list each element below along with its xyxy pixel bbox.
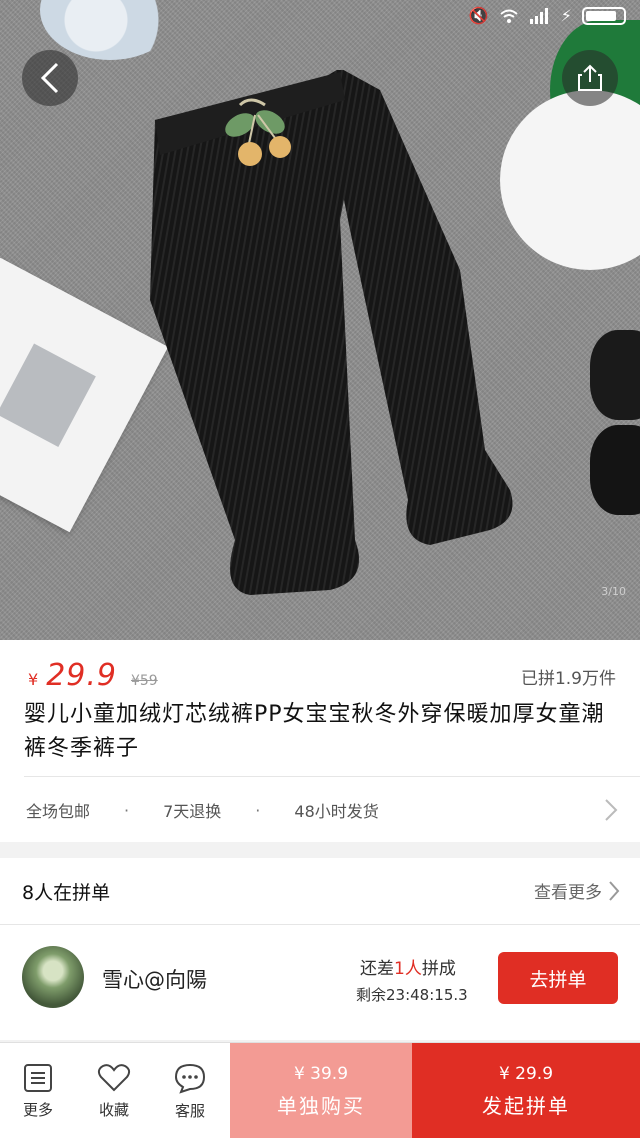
chevron-left-icon	[40, 62, 59, 94]
wifi-icon	[500, 9, 518, 23]
view-more-label: 查看更多	[534, 883, 602, 903]
divider	[24, 776, 640, 777]
back-button[interactable]	[22, 50, 78, 106]
group-buy-label: 发起拼单	[482, 1093, 570, 1118]
chevron-right-icon	[609, 880, 620, 901]
customer-service-button[interactable]: 客服	[152, 1043, 228, 1138]
original-price: ¥59	[130, 673, 158, 689]
group-section: 8人在拼单 查看更多 雪心@向陽 还差1人拼成 剩余23:48:15.3 去拼单	[0, 858, 640, 1040]
start-group-button[interactable]: ¥ 29.9 发起拼单	[412, 1043, 640, 1138]
solo-label: 单独购买	[277, 1093, 365, 1118]
shoe-decoration	[590, 425, 640, 515]
status-bar: 🔇 ⚡	[0, 0, 640, 36]
image-index: 3/10	[601, 585, 626, 598]
service-shipping-time: 48小时发货	[294, 802, 379, 821]
service-row[interactable]: 全场包邮 · 7天退换 · 48小时发货	[26, 794, 620, 826]
group-count: 8人在拼单	[22, 882, 111, 904]
separator: ·	[255, 800, 261, 820]
list-icon	[24, 1063, 52, 1092]
need-count: 还差1人拼成	[360, 954, 456, 979]
chat-icon	[174, 1063, 206, 1094]
view-more-link[interactable]: 查看更多	[534, 878, 620, 903]
more-label: 更多	[22, 1100, 53, 1119]
sold-count: 已拼1.9万件	[520, 669, 616, 689]
service-free-shipping: 全场包邮	[26, 802, 91, 821]
solo-price: ¥ 39.9	[293, 1063, 349, 1084]
countdown: 剩余23:48:15.3	[356, 986, 468, 1004]
service-return: 7天退换	[163, 802, 222, 821]
chevron-right-icon	[605, 799, 618, 821]
group-member-row: 雪心@向陽 还差1人拼成 剩余23:48:15.3 去拼单	[0, 926, 640, 1032]
currency-symbol: ¥	[28, 670, 39, 689]
product-info: ¥ 29.9 ¥59 已拼1.9万件 婴儿小童加绒灯芯绒裤PP女宝宝秋冬外穿保暖…	[0, 640, 640, 842]
member-name: 雪心@向陽	[102, 968, 207, 992]
avatar	[22, 946, 84, 1008]
customer-service-label: 客服	[174, 1101, 205, 1120]
product-title: 婴儿小童加绒灯芯绒裤PP女宝宝秋冬外穿保暖加厚女童潮裤冬季裤子	[24, 702, 605, 761]
charging-icon: ⚡	[560, 6, 572, 25]
favorite-label: 收藏	[98, 1100, 129, 1119]
battery-icon	[582, 6, 626, 25]
divider	[0, 924, 640, 925]
shoe-decoration	[590, 330, 640, 420]
more-button[interactable]: 更多	[0, 1043, 76, 1138]
join-group-button[interactable]: 去拼单	[498, 952, 618, 1004]
product-image[interactable]: 🔇 ⚡ 3/10	[0, 0, 640, 640]
need-prefix: 还差	[360, 959, 394, 979]
signal-icon	[529, 7, 548, 24]
price-row: ¥ 29.9 ¥59	[28, 658, 158, 693]
heart-icon	[97, 1063, 131, 1091]
separator: ·	[124, 800, 130, 820]
group-buy-price: ¥ 29.9	[498, 1063, 554, 1084]
favorite-button[interactable]: 收藏	[76, 1043, 152, 1138]
bottom-bar: 更多 收藏 客服 ¥ 39.9 单独购买 ¥ 29.9 发起拼单	[0, 1042, 640, 1138]
need-number: 1人	[394, 959, 422, 979]
share-icon	[578, 64, 602, 91]
group-price: 29.9	[46, 658, 117, 693]
mute-icon: 🔇	[468, 6, 489, 25]
buy-alone-button[interactable]: ¥ 39.9 单独购买	[230, 1043, 412, 1138]
pants-photo	[150, 70, 513, 595]
share-button[interactable]	[562, 50, 618, 106]
need-suffix: 拼成	[421, 959, 456, 979]
